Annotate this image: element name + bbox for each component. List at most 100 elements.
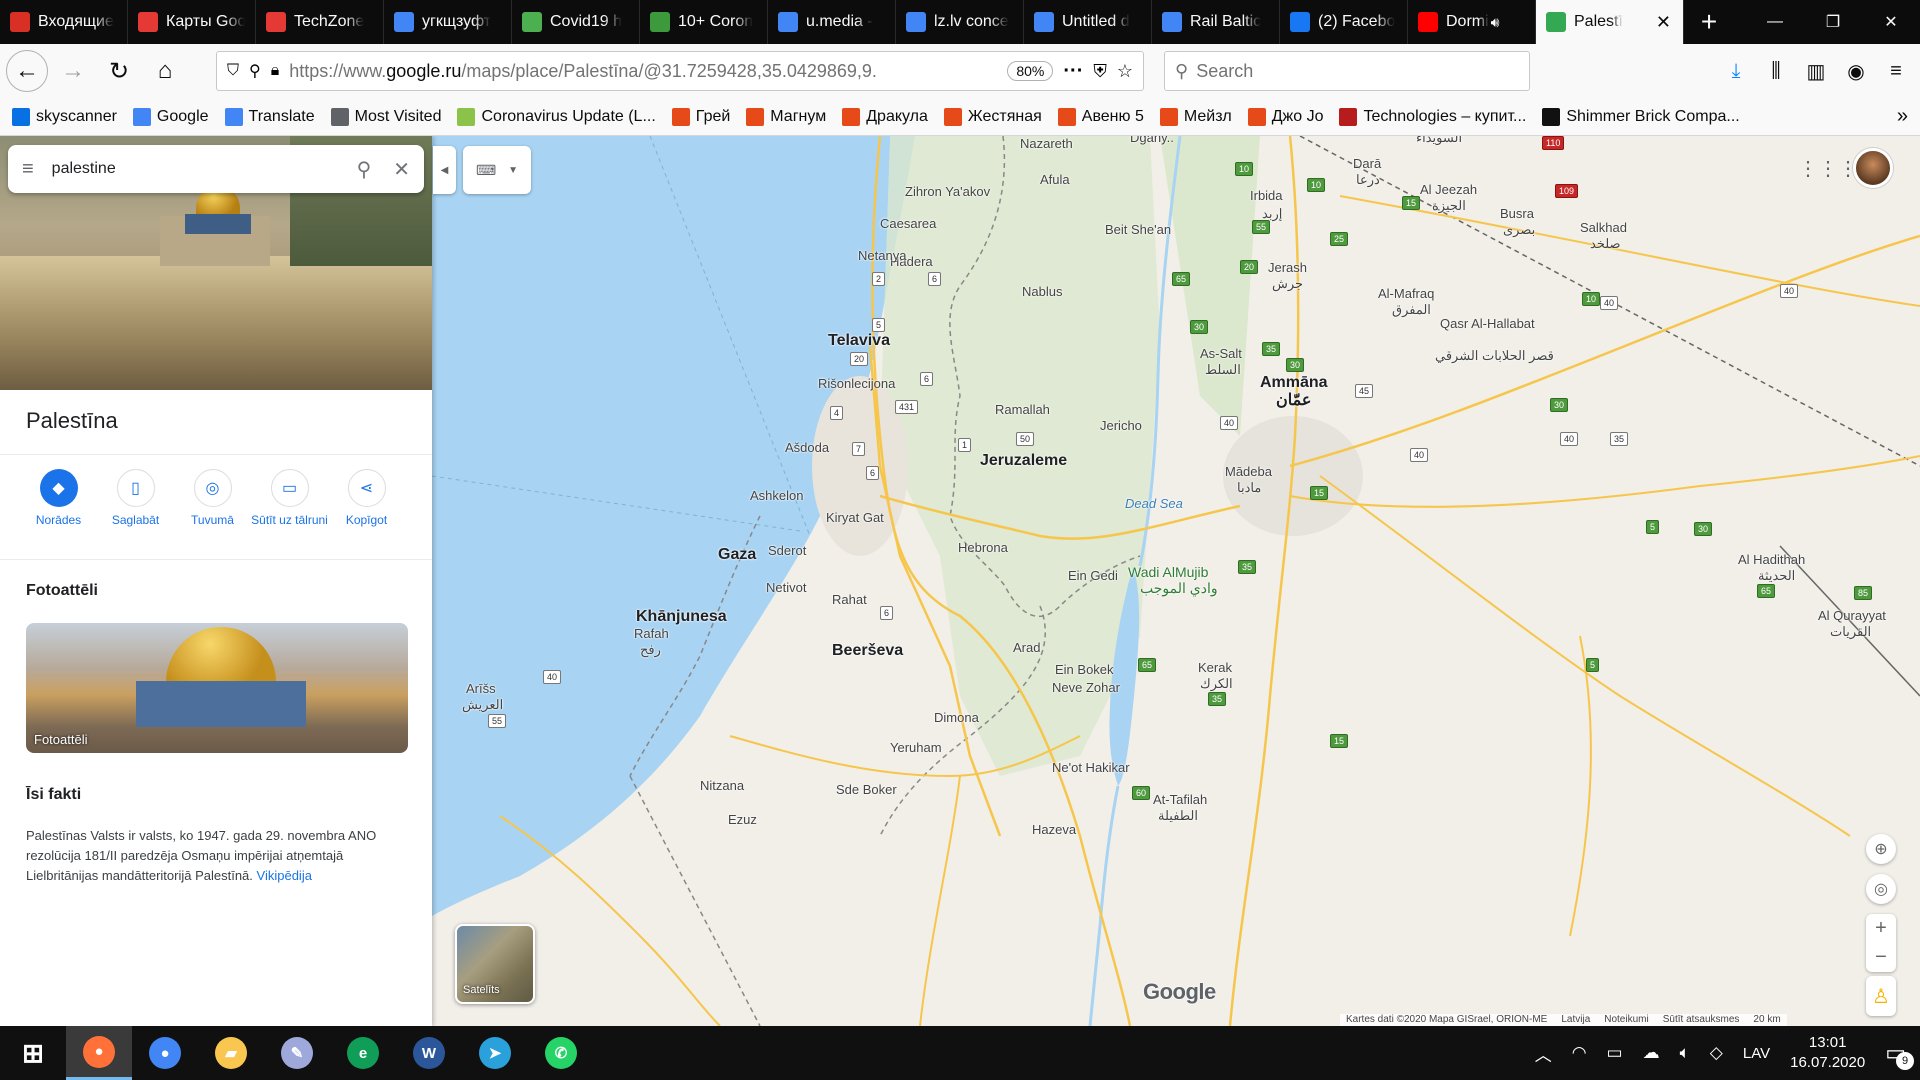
bookmark-item[interactable]: Грей	[671, 107, 730, 126]
url-text[interactable]: https://www.google.ru/maps/place/Palestī…	[289, 61, 997, 82]
place-label-nitzana[interactable]: Nitzana	[700, 778, 744, 793]
action-bookmark[interactable]: ▯ Saglabāt	[97, 469, 174, 559]
place-label-wadialmujib-ar[interactable]: وادي الموجب	[1140, 580, 1218, 597]
chevron-more-icon[interactable]: »	[1897, 105, 1908, 128]
taskbar-item[interactable]: ▰	[198, 1026, 264, 1080]
place-label-madeba[interactable]: Mādeba	[1225, 464, 1272, 479]
place-label-aljeezah[interactable]: Al Jeezah	[1420, 182, 1477, 197]
place-label-arad[interactable]: Arad	[1013, 640, 1040, 655]
sidebar-toggle-icon[interactable]: ▥	[1798, 53, 1834, 89]
browser-tab[interactable]: угкщзуфт	[384, 0, 512, 44]
place-label-wadialmujib[interactable]: Wadi AlMujib	[1128, 564, 1208, 580]
browser-tab[interactable]: Карты Google	[128, 0, 256, 44]
place-label-busra-ar[interactable]: بصرى	[1503, 222, 1535, 238]
attribution-terms-link[interactable]: Noteikumi	[1604, 1014, 1648, 1026]
place-label-jeruzaleme[interactable]: Jeruzaleme	[980, 452, 1067, 470]
permissions-icon[interactable]: ⚲	[249, 61, 261, 81]
place-label-nazareth[interactable]: Nazareth	[1020, 136, 1073, 151]
place-label-sdeboker[interactable]: Sde Boker	[836, 782, 897, 797]
search-input[interactable]: palestine	[52, 160, 116, 178]
home-button[interactable]: ⌂	[144, 50, 186, 92]
taskbar-item[interactable]: ●	[66, 1026, 132, 1080]
bookmark-item[interactable]: skyscanner	[12, 107, 117, 126]
place-label-ashkelon[interactable]: Ashkelon	[750, 488, 803, 503]
taskbar-item[interactable]: ✎	[264, 1026, 330, 1080]
place-label-rishon[interactable]: Rišonlecijona	[818, 376, 895, 391]
photos-card[interactable]: Fotoattēli	[26, 623, 408, 753]
place-label-qasr-ar[interactable]: قصر الحلابات الشرقي	[1435, 348, 1554, 364]
bookmark-item[interactable]: Магнум	[746, 107, 826, 126]
place-label-assalt-ar[interactable]: السلط	[1205, 362, 1241, 378]
wifi-icon[interactable]: ◠	[1572, 1043, 1587, 1063]
download-icon[interactable]: ⤓	[1718, 53, 1754, 89]
taskbar-item[interactable]: ✆	[528, 1026, 594, 1080]
library-icon[interactable]: ⫼	[1758, 53, 1794, 89]
place-label-irbida[interactable]: Irbida	[1250, 188, 1283, 203]
place-label-alqurayyat[interactable]: Al Qurayyat	[1818, 608, 1886, 623]
restore-button[interactable]: ❐	[1804, 0, 1862, 44]
place-label-attafilah-ar[interactable]: الطفيلة	[1158, 808, 1198, 824]
action-center-icon[interactable]: ▭ 9	[1885, 1040, 1914, 1070]
bookmark-item[interactable]: Дракула	[842, 107, 928, 126]
place-label-dara[interactable]: Darā	[1353, 156, 1381, 171]
bookmark-item[interactable]: Technologies – купит...	[1339, 107, 1526, 126]
place-label-dimona[interactable]: Dimona	[934, 710, 979, 725]
place-label-rafah-ar[interactable]: رفح	[640, 642, 661, 658]
place-label-nevezohar[interactable]: Neve Zohar	[1052, 680, 1120, 695]
place-label-jerash-ar[interactable]: جرش	[1272, 276, 1303, 292]
browser-tab[interactable]: Untitled d	[1024, 0, 1152, 44]
place-label-caesarea[interactable]: Caesarea	[880, 216, 936, 231]
satellite-toggle-button[interactable]: Satelīts	[455, 924, 535, 1004]
place-label-telaviva[interactable]: Telaviva	[828, 332, 890, 350]
scale-bar[interactable]: 20 km	[1753, 1014, 1780, 1026]
place-label-hazeva[interactable]: Hazeva	[1032, 822, 1076, 837]
forward-button[interactable]: →	[52, 50, 94, 92]
place-label-jericho[interactable]: Jericho	[1100, 418, 1142, 433]
account-icon[interactable]: ◉	[1838, 53, 1874, 89]
zoom-out-button[interactable]: −	[1875, 946, 1887, 969]
attribution-country[interactable]: Latvija	[1561, 1014, 1590, 1026]
bookmark-item[interactable]: Most Visited	[330, 107, 441, 126]
taskbar-item[interactable]: ⊞	[0, 1026, 66, 1080]
place-label-netanya[interactable]: Netanya	[858, 248, 906, 263]
chevron-up-icon[interactable]: ︿	[1535, 1041, 1552, 1066]
search-bar[interactable]: ⚲ Search	[1164, 51, 1530, 91]
place-label-deadsea[interactable]: Dead Sea	[1125, 496, 1183, 511]
dropbox-icon[interactable]: ◇	[1710, 1043, 1723, 1063]
place-label-sderot[interactable]: Sderot	[768, 543, 806, 558]
globe-view-icon[interactable]: ⊕	[1866, 834, 1896, 864]
hamburger-menu-icon[interactable]: ≡	[1878, 53, 1914, 89]
clock[interactable]: 13:01 16.07.2020	[1790, 1033, 1865, 1073]
browser-tab[interactable]: Palestī ✕	[1536, 0, 1684, 44]
bookmark-item[interactable]: Coronavirus Update (L...	[457, 107, 656, 126]
place-label-alqurayyat-ar[interactable]: القريات	[1830, 624, 1871, 640]
lock-icon[interactable]: 🔒︎	[271, 62, 280, 80]
close-tab-icon[interactable]: ✕	[1656, 12, 1671, 33]
account-avatar[interactable]	[1853, 148, 1893, 188]
bookmark-item[interactable]: Авеню 5	[1057, 107, 1144, 126]
browser-tab[interactable]: Covid19 h	[512, 0, 640, 44]
place-label-almafraq-ar[interactable]: المفرق	[1392, 302, 1431, 318]
close-window-button[interactable]: ✕	[1862, 0, 1920, 44]
bookmark-item[interactable]: Жестяная	[943, 107, 1042, 126]
place-label-kiryatgat[interactable]: Kiryat Gat	[826, 510, 884, 525]
place-label-einbokek[interactable]: Ein Bokek	[1055, 662, 1114, 677]
place-label-madeba-ar[interactable]: مادبا	[1237, 480, 1261, 496]
place-label-rafah[interactable]: Rafah	[634, 626, 669, 641]
bookmark-item[interactable]: Мейзл	[1159, 107, 1232, 126]
action-directions[interactable]: ◆ Norādes	[20, 469, 97, 559]
action-share[interactable]: ⋖ Kopīgot	[328, 469, 405, 559]
place-label-beersheva[interactable]: Beerševa	[832, 642, 903, 660]
place-label-salkhad-ar[interactable]: صلخد	[1590, 236, 1621, 252]
place-label-arish-ar[interactable]: العريش	[462, 697, 503, 713]
volume-icon[interactable]: 🔈︎	[1680, 1043, 1690, 1063]
zoom-level-badge[interactable]: 80%	[1007, 61, 1054, 81]
reload-button[interactable]: ↻	[98, 50, 140, 92]
place-label-afula[interactable]: Afula	[1040, 172, 1070, 187]
place-label-ezuz[interactable]: Ezuz	[728, 812, 757, 827]
google-apps-icon[interactable]: ⋮⋮⋮	[1798, 150, 1858, 186]
browser-tab[interactable]: Rail Baltic	[1152, 0, 1280, 44]
new-tab-button[interactable]: +	[1684, 0, 1734, 44]
action-nearby[interactable]: ◎ Tuvumā	[174, 469, 251, 559]
maps-search-box[interactable]: ≡ palestine ⚲ ✕	[8, 145, 424, 193]
